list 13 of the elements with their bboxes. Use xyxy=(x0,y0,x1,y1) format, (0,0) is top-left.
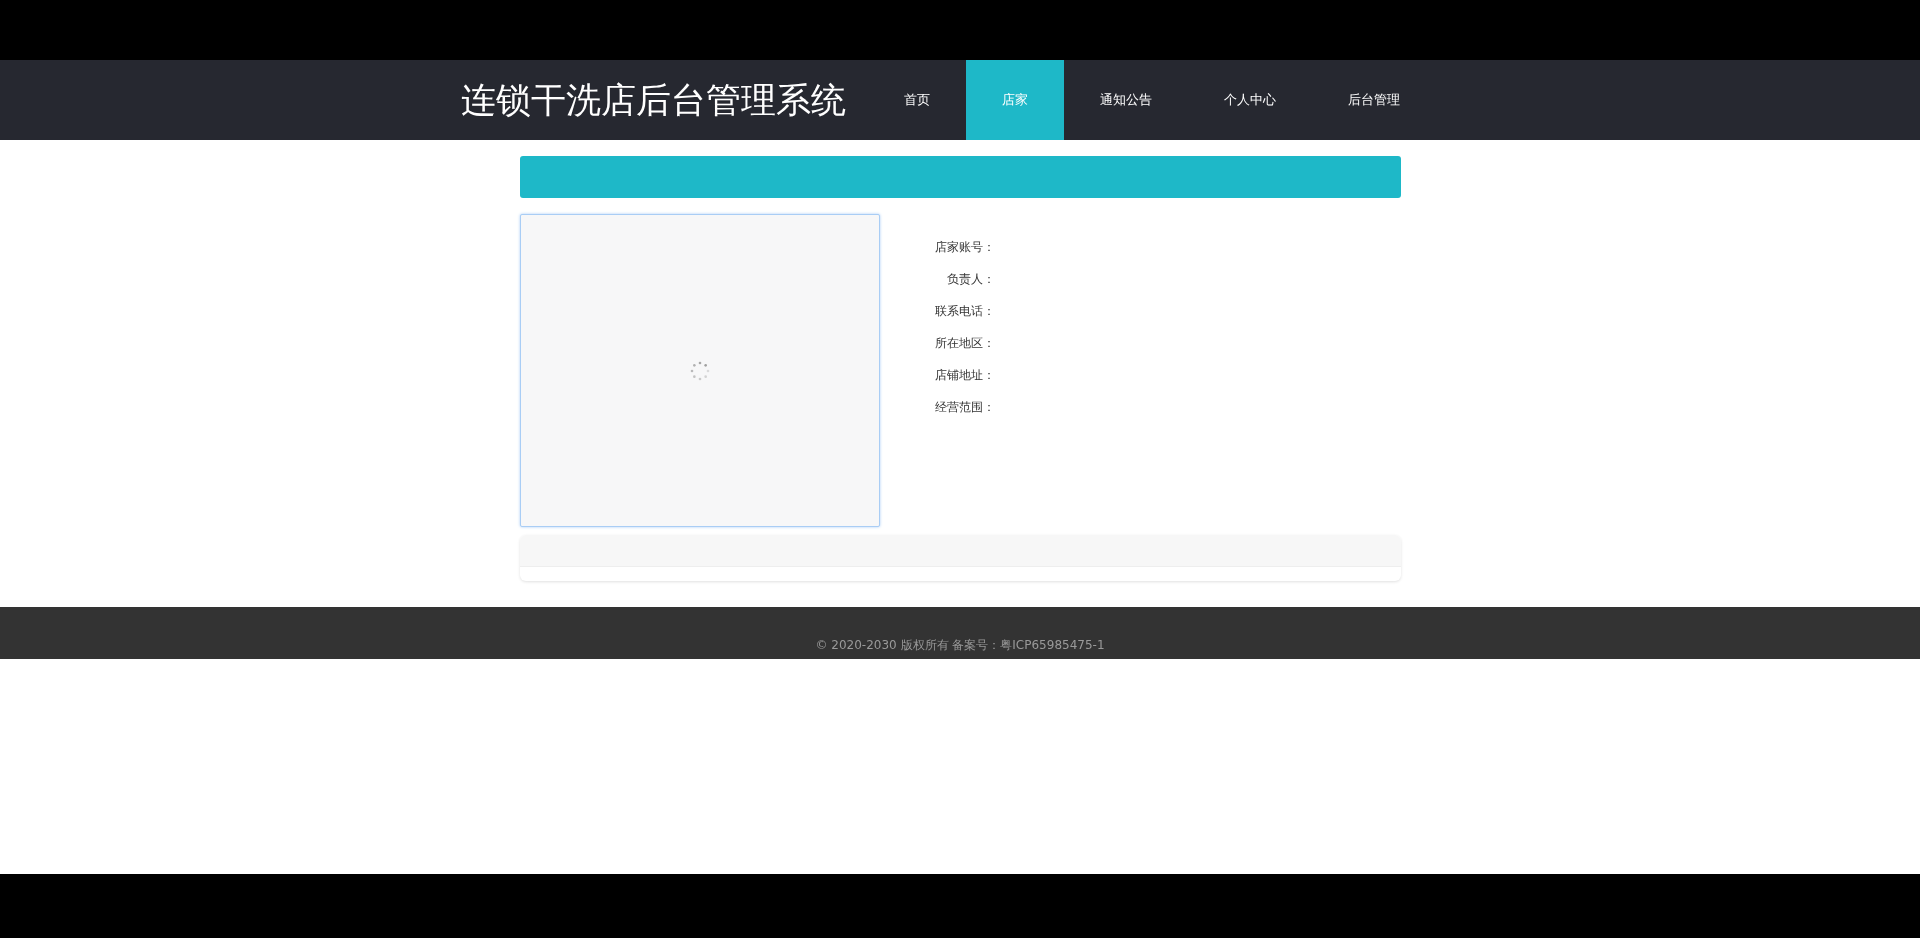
nav-tab[interactable]: 后台管理 xyxy=(1312,60,1436,140)
field-label: 经营范围： xyxy=(933,399,995,416)
field-label: 店家账号： xyxy=(933,239,995,256)
nav-tab[interactable]: 首页 xyxy=(868,60,966,140)
field-label: 联系电话： xyxy=(933,303,995,320)
nav-tab[interactable]: 个人中心 xyxy=(1188,60,1312,140)
copyright-text: © 2020-2030 版权所有 备案号：粤ICP65985475-1 xyxy=(815,637,1105,654)
nav-tab[interactable]: 通知公告 xyxy=(1064,60,1188,140)
field-label: 负责人： xyxy=(945,271,995,288)
field-label: 店铺地址： xyxy=(933,367,995,384)
field-label: 所在地区： xyxy=(933,335,995,352)
loading-spinner-icon xyxy=(688,359,711,382)
site-title: 连锁干洗店后台管理系统 xyxy=(461,78,846,122)
